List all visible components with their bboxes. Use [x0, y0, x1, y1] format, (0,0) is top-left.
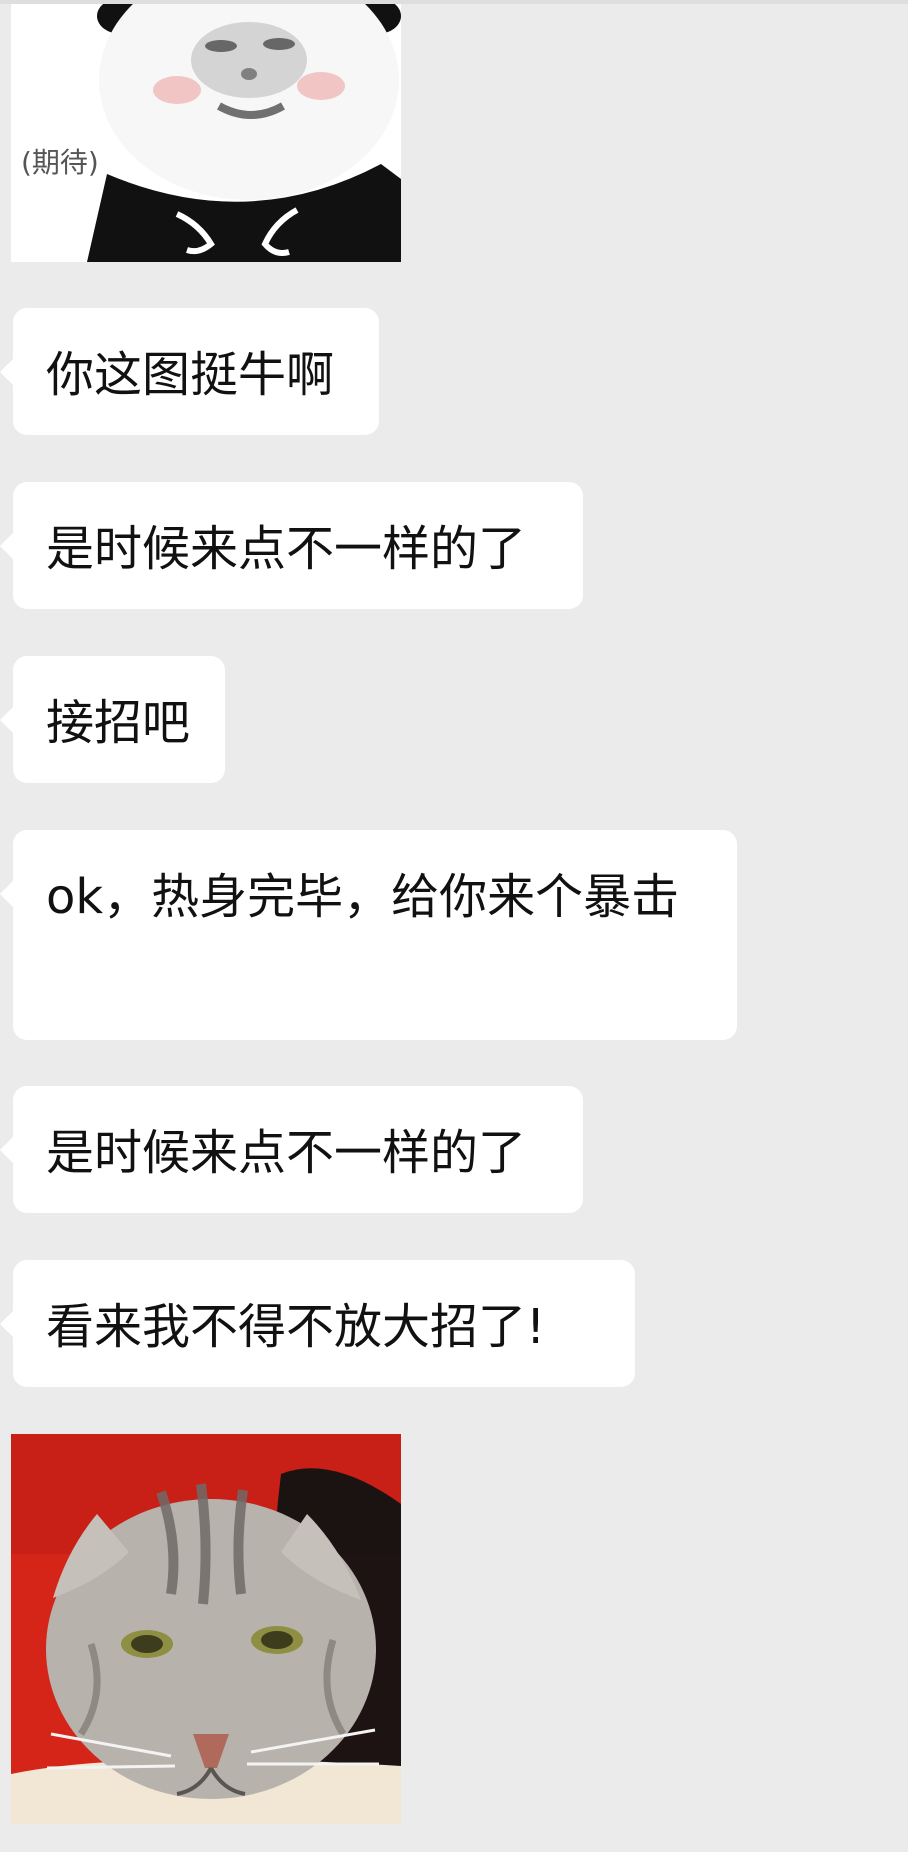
sticker-caption: (期待): [21, 146, 99, 179]
message-bubble[interactable]: 接招吧: [0, 656, 225, 783]
panda-sticker-image: (期待): [11, 4, 401, 262]
message-bubble[interactable]: 看来我不得不放大招了!: [0, 1260, 635, 1387]
message-bubble[interactable]: 是时候来点不一样的了: [0, 482, 583, 609]
message-bubble[interactable]: 是时候来点不一样的了: [0, 1086, 583, 1213]
cat-photo-sticker[interactable]: [11, 1434, 401, 1824]
chat-message-list: (期待) 你这图挺牛啊 是时候来点不一样的了 接招吧 ok，热身完毕，给你来个暴…: [0, 0, 908, 1852]
panda-sticker[interactable]: (期待): [11, 4, 401, 262]
message-bubble[interactable]: ok，热身完毕，给你来个暴击: [0, 830, 737, 1040]
cat-photo-image: [11, 1434, 401, 1824]
message-bubble[interactable]: 你这图挺牛啊: [0, 308, 379, 435]
